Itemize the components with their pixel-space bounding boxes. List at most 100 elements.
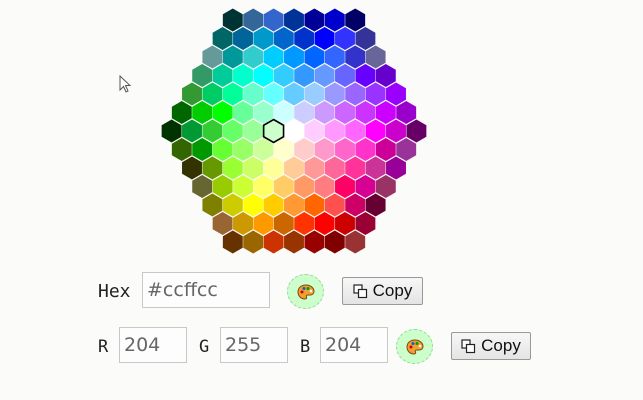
palette-hex-cell[interactable] [294, 64, 315, 87]
palette-hex-cell[interactable] [222, 119, 243, 143]
palette-hex-cell[interactable] [243, 193, 264, 217]
palette-hex-cell[interactable] [314, 212, 335, 235]
palette-hex-cell[interactable] [304, 193, 325, 217]
palette-hex-cell[interactable] [182, 156, 202, 180]
palette-hex-cell[interactable] [345, 230, 366, 254]
palette-hex-cell[interactable] [324, 8, 345, 32]
palette-hex-cell[interactable] [222, 156, 243, 180]
palette-hex-cell[interactable] [365, 119, 386, 143]
g-input[interactable]: 255 [220, 327, 288, 363]
palette-hex-cell[interactable] [335, 27, 355, 50]
palette-hex-cell[interactable] [212, 175, 233, 198]
hex-color-palette[interactable] [0, 0, 643, 260]
palette-hex-cell[interactable] [253, 27, 274, 50]
palette-hex-cell[interactable] [324, 82, 345, 106]
palette-hex-cell[interactable] [233, 101, 253, 124]
b-input[interactable]: 204 [320, 327, 388, 363]
palette-hex-cell[interactable] [202, 193, 223, 217]
palette-hex-cell[interactable] [304, 82, 325, 106]
palette-hex-cell[interactable] [202, 82, 223, 106]
palette-hex-cell[interactable] [386, 82, 406, 106]
palette-hex-cell[interactable] [324, 193, 345, 217]
palette-hex-cell[interactable] [386, 119, 406, 143]
palette-hex-cell[interactable] [365, 156, 386, 180]
palette-hex-cell[interactable] [324, 119, 345, 143]
palette-hex-cell[interactable] [233, 27, 253, 50]
palette-hex-cell[interactable] [263, 156, 284, 180]
palette-hex-cell[interactable] [294, 175, 315, 198]
palette-hex-cell[interactable] [345, 193, 366, 217]
palette-hex-cell[interactable] [304, 45, 325, 69]
palette-hex-cell[interactable] [355, 212, 376, 235]
palette-hex-cell[interactable] [192, 101, 213, 124]
palette-hex-cell[interactable] [233, 138, 253, 161]
palette-hex-cell[interactable] [212, 27, 233, 50]
hex-color-swatch[interactable] [287, 274, 324, 309]
palette-hex-cell[interactable] [304, 119, 325, 143]
palette-hex-cell[interactable] [355, 138, 376, 161]
palette-hex-cell[interactable] [324, 156, 345, 180]
palette-hex-cell[interactable] [263, 82, 284, 106]
palette-hex-cell[interactable] [345, 82, 366, 106]
palette-hex-cell[interactable] [182, 119, 202, 143]
palette-hex-cell[interactable] [243, 156, 264, 180]
palette-hex-cell[interactable] [161, 119, 182, 143]
palette-hex-cell[interactable] [202, 45, 223, 69]
palette-hex-cell[interactable] [263, 8, 284, 32]
palette-hex-cell[interactable] [365, 193, 386, 217]
palette-hex-cell[interactable] [171, 101, 192, 124]
palette-hex-cell[interactable] [304, 230, 325, 254]
palette-hex-cell[interactable] [335, 212, 355, 235]
palette-hex-cell[interactable] [335, 138, 355, 161]
palette-hex-cell[interactable] [314, 101, 335, 124]
palette-hex-cell[interactable] [396, 138, 417, 161]
palette-hex-cell[interactable] [345, 156, 366, 180]
palette-hex-cell[interactable] [294, 27, 315, 50]
hex-input[interactable]: #ccffcc [142, 272, 270, 308]
palette-hex-cell[interactable] [182, 82, 202, 106]
palette-hex-cell[interactable] [233, 212, 253, 235]
copy-hex-button[interactable]: Copy [342, 277, 423, 305]
palette-hex-cell[interactable] [375, 101, 396, 124]
palette-hex-cell[interactable] [294, 101, 315, 124]
palette-hex-cell[interactable] [273, 175, 294, 198]
palette-hex-cell[interactable] [222, 193, 243, 217]
r-input[interactable]: 204 [119, 327, 187, 363]
palette-hex-cell[interactable] [355, 101, 376, 124]
palette-hex-cell[interactable] [263, 193, 284, 217]
palette-hex-cell[interactable] [212, 138, 233, 161]
palette-hex-cell[interactable] [345, 45, 366, 69]
palette-hex-cell[interactable] [355, 27, 376, 50]
palette-hex-cell[interactable] [273, 27, 294, 50]
palette-hex-cell[interactable] [345, 119, 366, 143]
palette-hex-cell[interactable] [314, 64, 335, 87]
palette-hex-cell[interactable] [324, 230, 345, 254]
palette-hex-cell[interactable] [212, 101, 233, 124]
palette-hex-cell[interactable] [324, 45, 345, 69]
palette-hex-cell[interactable] [335, 175, 355, 198]
palette-hex-cell[interactable] [314, 138, 335, 161]
palette-hex-cell[interactable] [396, 101, 417, 124]
palette-hex-cell[interactable] [375, 138, 396, 161]
palette-hex-cell[interactable] [406, 119, 427, 143]
palette-hex-cell[interactable] [375, 175, 396, 198]
palette-hex-cell[interactable] [222, 230, 243, 254]
palette-hex-cell[interactable] [284, 45, 304, 69]
copy-rgb-button[interactable]: Copy [451, 332, 531, 360]
palette-hex-cell[interactable] [355, 64, 376, 87]
palette-hex-cell[interactable] [222, 82, 243, 106]
palette-hex-cell[interactable] [202, 156, 223, 180]
palette-hex-cell[interactable] [192, 175, 213, 198]
palette-hex-cell[interactable] [273, 212, 294, 235]
palette-hex-cell[interactable] [284, 82, 304, 106]
palette-hex-cell[interactable] [243, 45, 264, 69]
palette-hex-cell[interactable] [273, 64, 294, 87]
palette-hex-cell[interactable] [314, 27, 335, 50]
palette-hex-cell[interactable] [263, 45, 284, 69]
palette-hex-cell[interactable] [243, 230, 264, 254]
palette-hex-cell[interactable] [243, 82, 264, 106]
palette-hex-cell[interactable] [304, 8, 325, 32]
palette-hex-cell[interactable] [243, 8, 264, 32]
palette-hex-cell[interactable] [365, 45, 386, 69]
palette-hex-cell[interactable] [222, 8, 243, 32]
